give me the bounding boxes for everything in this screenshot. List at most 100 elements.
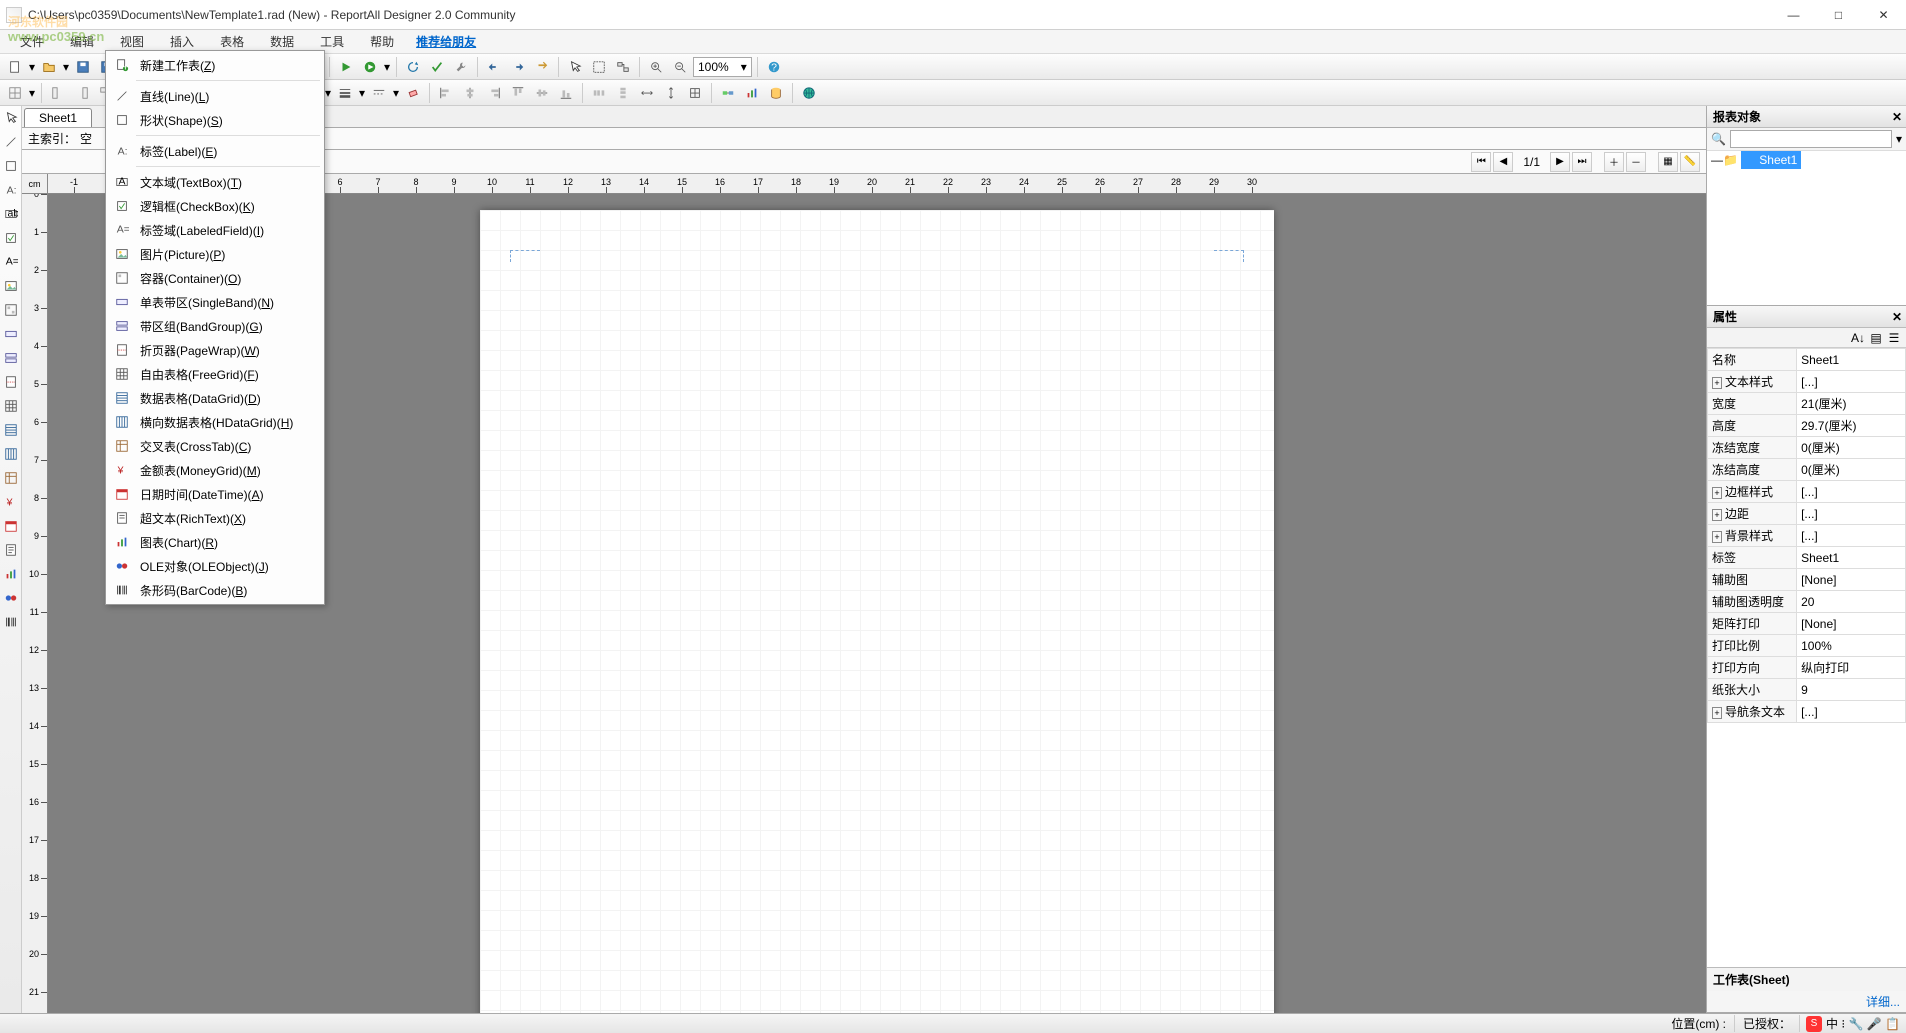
hdatagrid-tool-icon[interactable] [1, 444, 21, 464]
same-width-icon[interactable] [636, 82, 658, 104]
dist-v-icon[interactable] [612, 82, 634, 104]
nav-prev-icon[interactable]: ◀ [1493, 152, 1513, 172]
crosstab-tool-icon[interactable] [1, 468, 21, 488]
menu-edit[interactable]: 编辑 [60, 31, 104, 52]
nav-grid-icon[interactable]: ▦ [1658, 152, 1678, 172]
align-middle-icon[interactable] [531, 82, 553, 104]
grid-dropdown[interactable]: ▾ [28, 86, 36, 100]
tray-ime-icon[interactable]: S [1806, 1016, 1822, 1032]
menuitem-shape[interactable]: 形状(Shape)(S) [106, 108, 324, 132]
toggle2-icon[interactable] [71, 82, 93, 104]
redo-icon[interactable] [507, 56, 529, 78]
run-icon[interactable] [359, 56, 381, 78]
picture-tool-icon[interactable] [1, 276, 21, 296]
chart-tool-icon[interactable] [1, 564, 21, 584]
same-size-icon[interactable] [684, 82, 706, 104]
menuitem-oleobject[interactable]: OLE对象(OLEObject)(J) [106, 554, 324, 578]
line-tool-icon[interactable] [1, 132, 21, 152]
barcode-tool-icon[interactable] [1, 612, 21, 632]
prop-value[interactable]: [...] [1797, 371, 1906, 393]
menuitem-datetime[interactable]: 日期时间(DateTime)(A) [106, 482, 324, 506]
labeledfield-tool-icon[interactable]: A= [1, 252, 21, 272]
prop-value[interactable]: Sheet1 [1797, 547, 1906, 569]
menuitem-checkbox[interactable]: 逻辑框(CheckBox)(K) [106, 194, 324, 218]
align-center-h-icon[interactable] [459, 82, 481, 104]
linestyle-icon[interactable] [368, 82, 390, 104]
cursor-tool-icon[interactable] [1, 108, 21, 128]
nav-last-icon[interactable]: ⏭ [1572, 152, 1592, 172]
menu-insert[interactable]: 插入 [160, 31, 204, 52]
open-dropdown[interactable]: ▾ [62, 60, 70, 74]
menuitem-datagrid[interactable]: 数据表格(DataGrid)(D) [106, 386, 324, 410]
taborder-icon[interactable] [612, 56, 634, 78]
new-icon[interactable] [4, 56, 26, 78]
pagewrap-tool-icon[interactable] [1, 372, 21, 392]
zoomout-icon[interactable] [669, 56, 691, 78]
wrench-icon[interactable] [450, 56, 472, 78]
repeat-icon[interactable] [531, 56, 553, 78]
menuitem-freegrid[interactable]: 自由表格(FreeGrid)(F) [106, 362, 324, 386]
menuitem-chart[interactable]: 图表(Chart)(R) [106, 530, 324, 554]
prop-value[interactable]: [...] [1797, 481, 1906, 503]
menuitem-new-sheet[interactable]: +新建工作表(Z) [106, 53, 324, 77]
help-icon[interactable]: ? [763, 56, 785, 78]
nav-zoomin-icon[interactable]: ＋ [1604, 152, 1624, 172]
prop-value[interactable]: 29.7(厘米) [1797, 415, 1906, 437]
menuitem-labeledfield[interactable]: A=标签域(LabeledField)(I) [106, 218, 324, 242]
save-icon[interactable] [72, 56, 94, 78]
lineweight-dropdown[interactable]: ▾ [358, 86, 366, 100]
freegrid-tool-icon[interactable] [1, 396, 21, 416]
menu-data[interactable]: 数据 [260, 31, 304, 52]
container-tool-icon[interactable] [1, 300, 21, 320]
textbox-tool-icon[interactable]: ab [1, 204, 21, 224]
nav-zoomout-icon[interactable]: － [1626, 152, 1646, 172]
menuitem-picture[interactable]: 图片(Picture)(P) [106, 242, 324, 266]
sheet-tab-sheet1[interactable]: Sheet1 [24, 108, 92, 127]
search-dropdown-icon[interactable]: ▾ [1896, 132, 1902, 146]
expand-icon[interactable]: + [1712, 377, 1722, 389]
grid-settings-icon[interactable] [4, 82, 26, 104]
pointer-icon[interactable] [564, 56, 586, 78]
check-icon[interactable] [426, 56, 448, 78]
align-left-icon[interactable] [435, 82, 457, 104]
align-top-icon[interactable] [507, 82, 529, 104]
menu-file[interactable]: 文件 [10, 31, 54, 52]
menu-view[interactable]: 视图 [110, 31, 154, 52]
prop-value[interactable]: 21(厘米) [1797, 393, 1906, 415]
eraser-icon[interactable] [402, 82, 424, 104]
undo-icon[interactable] [483, 56, 505, 78]
prop-value[interactable]: [...] [1797, 701, 1906, 723]
tree-item-sheet1[interactable]: Sheet1 [1741, 151, 1801, 169]
menu-recommend-link[interactable]: 推荐给朋友 [416, 33, 476, 50]
prop-value[interactable]: 20 [1797, 591, 1906, 613]
zoomin-icon[interactable] [645, 56, 667, 78]
link-data-icon[interactable] [717, 82, 739, 104]
checkbox-tool-icon[interactable] [1, 228, 21, 248]
objects-search-input[interactable] [1730, 130, 1892, 148]
prop-value[interactable]: [...] [1797, 503, 1906, 525]
minimize-button[interactable]: — [1771, 0, 1816, 30]
menu-table[interactable]: 表格 [210, 31, 254, 52]
linestyle-dropdown[interactable]: ▾ [392, 86, 400, 100]
pencil-dropdown[interactable]: ▾ [324, 86, 332, 100]
menuitem-richtext[interactable]: 超文本(RichText)(X) [106, 506, 324, 530]
prop-pages-icon[interactable]: ☰ [1886, 330, 1902, 346]
bandgroup-tool-icon[interactable] [1, 348, 21, 368]
close-button[interactable]: ✕ [1861, 0, 1906, 30]
refresh-icon[interactable] [402, 56, 424, 78]
nav-first-icon[interactable]: ⏮ [1471, 152, 1491, 172]
toggle1-icon[interactable] [47, 82, 69, 104]
prop-value[interactable]: 100% [1797, 635, 1906, 657]
menuitem-barcode[interactable]: 条形码(BarCode)(B) [106, 578, 324, 602]
properties-grid[interactable]: 名称Sheet1+文本样式[...]宽度21(厘米)高度29.7(厘米)冻结宽度… [1707, 348, 1906, 723]
menuitem-hdatagrid[interactable]: 横向数据表格(HDataGrid)(H) [106, 410, 324, 434]
zoom-combo[interactable]: 100%▾ [693, 57, 752, 77]
properties-detail-link[interactable]: 详细... [1866, 995, 1900, 1009]
new-dropdown[interactable]: ▾ [28, 60, 36, 74]
run-dropdown[interactable]: ▾ [383, 60, 391, 74]
panel-objects-close-icon[interactable]: ✕ [1892, 110, 1902, 124]
expand-icon[interactable]: + [1712, 531, 1722, 543]
nav-ruler-icon[interactable]: 📏 [1680, 152, 1700, 172]
menu-help[interactable]: 帮助 [360, 31, 404, 52]
moneygrid-tool-icon[interactable]: ¥ [1, 492, 21, 512]
